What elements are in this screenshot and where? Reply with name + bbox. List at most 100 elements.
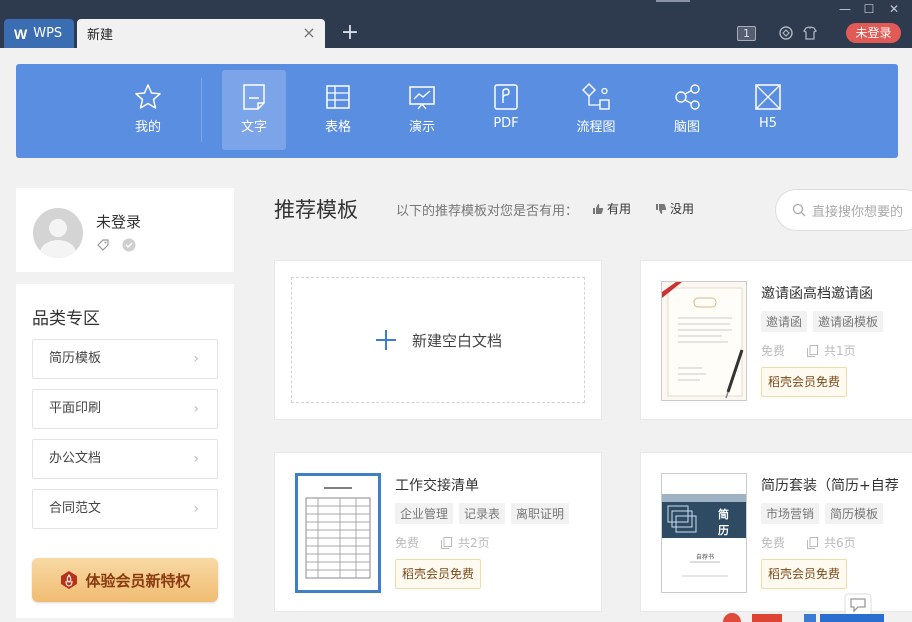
- category-presentation[interactable]: 演示: [390, 70, 454, 150]
- blank-doc-area[interactable]: 新建空白文档: [291, 277, 585, 403]
- category-item-contract[interactable]: 合同范文 ›: [32, 489, 218, 529]
- document-icon: [243, 84, 265, 110]
- template-card-resume[interactable]: 简 历 自荐书 简历套装（简历+自荐 市场营销 简历模板 免费 共6页 稻壳会员…: [640, 452, 912, 612]
- template-meta: 免费 共2页: [395, 534, 490, 551]
- vip-trial-button[interactable]: 体验会员新特权: [32, 558, 218, 602]
- presentation-icon: [409, 86, 435, 110]
- user-name[interactable]: 未登录: [96, 211, 141, 232]
- tab-new-doc[interactable]: 新建 ×: [77, 19, 325, 48]
- user-card: 未登录: [16, 188, 234, 272]
- vip-flame-icon: [61, 571, 78, 589]
- template-name[interactable]: 邀请函高档邀请函: [761, 283, 873, 303]
- chevron-right-icon: ›: [193, 501, 199, 517]
- template-tag[interactable]: 市场营销: [761, 503, 820, 524]
- useless-button[interactable]: 没用: [655, 200, 694, 217]
- mindmap-icon: [675, 84, 700, 110]
- h5-icon: [755, 84, 781, 110]
- template-thumbnail[interactable]: 简 历 自荐书: [661, 473, 747, 593]
- category-pdf[interactable]: PDF: [474, 70, 538, 150]
- template-page-count: 共6页: [824, 536, 856, 550]
- category-mindmap[interactable]: 脑图: [655, 70, 719, 150]
- resume-thumb-char: 历: [718, 524, 729, 537]
- invitation-thumbnail-image: [662, 282, 744, 399]
- vip-free-button[interactable]: 稻壳会员免费: [761, 559, 848, 589]
- blank-doc-label: 新建空白文档: [411, 331, 502, 350]
- search-icon: [792, 203, 806, 217]
- shirt-icon[interactable]: [801, 24, 819, 42]
- star-icon: [135, 84, 161, 109]
- category-h5[interactable]: H5: [736, 70, 800, 150]
- avatar[interactable]: [33, 208, 83, 258]
- useful-label: 有用: [607, 202, 632, 216]
- template-page-count: 共1页: [824, 344, 856, 358]
- template-tag[interactable]: 记录表: [459, 503, 506, 524]
- category-item-label: 合同范文: [49, 501, 102, 516]
- page-count-badge[interactable]: 1: [737, 26, 756, 41]
- skin-icon[interactable]: [777, 24, 795, 42]
- template-tag[interactable]: 企业管理: [395, 503, 454, 524]
- category-label: PDF: [493, 116, 519, 131]
- pdf-icon: [494, 84, 518, 110]
- useless-label: 没用: [670, 202, 695, 216]
- template-name[interactable]: 工作交接清单: [395, 475, 479, 495]
- category-label: 流程图: [576, 120, 616, 135]
- close-icon[interactable]: ×: [301, 25, 317, 41]
- category-label: H5: [758, 116, 778, 131]
- template-tag[interactable]: 邀请函模板: [813, 311, 884, 332]
- category-mine[interactable]: 我的: [116, 70, 180, 150]
- tag-icon: [97, 239, 109, 251]
- category-label: 我的: [134, 120, 161, 135]
- add-tab-icon[interactable]: +: [338, 21, 362, 45]
- watermark-logo: [723, 613, 884, 622]
- user-avatar-icon: [40, 219, 76, 258]
- template-thumbnail[interactable]: [295, 473, 381, 593]
- template-name[interactable]: 简历套装（简历+自荐: [761, 475, 899, 495]
- category-label: 演示: [408, 120, 435, 135]
- template-thumbnail[interactable]: [661, 281, 747, 401]
- minimize-icon[interactable]: —: [837, 2, 853, 16]
- template-price: 免费: [395, 536, 420, 550]
- login-button[interactable]: 未登录: [846, 23, 901, 43]
- template-pages: 共1页: [807, 342, 856, 359]
- template-price: 免费: [761, 536, 786, 550]
- template-card-invitation[interactable]: 邀请函高档邀请函 邀请函 邀请函模板 免费 共1页 稻壳会员免费: [640, 260, 912, 420]
- resume-thumb-caption: 自荐书: [696, 554, 715, 561]
- resume-thumb-char: 简: [718, 508, 729, 521]
- template-tags: 企业管理 记录表 离职证明: [395, 503, 570, 524]
- title-bar: W WPS 新建 × + 1 未登录 — ☐ ✕: [0, 0, 912, 48]
- vip-free-button[interactable]: 稻壳会员免费: [761, 367, 848, 397]
- vip-free-button[interactable]: 稻壳会员免费: [395, 559, 482, 589]
- template-tags: 市场营销 简历模板: [761, 503, 884, 524]
- chevron-right-icon: ›: [193, 451, 199, 467]
- template-price: 免费: [761, 344, 786, 358]
- category-label: 脑图: [673, 120, 700, 135]
- category-label: 表格: [324, 120, 351, 135]
- tab-wps-home[interactable]: W WPS: [4, 19, 74, 48]
- template-card-handover[interactable]: 工作交接清单 企业管理 记录表 离职证明 免费 共2页 稻壳会员免费: [274, 452, 602, 612]
- template-tag[interactable]: 邀请函: [761, 311, 808, 332]
- search-placeholder: 直接搜你想要的: [812, 204, 904, 220]
- category-spreadsheet[interactable]: 表格: [306, 70, 370, 150]
- verified-icon: [122, 238, 136, 252]
- template-search-input[interactable]: 直接搜你想要的: [775, 189, 912, 231]
- maximize-icon[interactable]: ☐: [861, 2, 877, 16]
- blank-doc-card[interactable]: 新建空白文档: [274, 260, 602, 420]
- template-meta: 免费 共6页: [761, 534, 856, 551]
- category-item-resume[interactable]: 简历模板 ›: [32, 339, 218, 379]
- useful-button[interactable]: 有用: [592, 200, 631, 217]
- template-tag[interactable]: 离职证明: [511, 503, 570, 524]
- vip-trial-label: 体验会员新特权: [85, 571, 191, 590]
- category-writer[interactable]: 文字: [222, 70, 286, 150]
- category-item-label: 简历模板: [49, 351, 102, 366]
- category-flowchart[interactable]: 流程图: [564, 70, 628, 150]
- resume-thumbnail-image: [662, 494, 746, 577]
- chevron-right-icon: ›: [193, 401, 199, 417]
- category-item-office[interactable]: 办公文档 ›: [32, 439, 218, 479]
- template-tags: 邀请函 邀请函模板: [761, 311, 884, 332]
- pages-icon: [441, 536, 453, 549]
- recommend-question: 以下的推荐模板对您是否有用：: [396, 204, 579, 219]
- template-tag[interactable]: 简历模板: [825, 503, 884, 524]
- category-item-print[interactable]: 平面印刷 ›: [32, 389, 218, 429]
- category-divider: [201, 78, 202, 142]
- window-close-icon[interactable]: ✕: [886, 2, 902, 16]
